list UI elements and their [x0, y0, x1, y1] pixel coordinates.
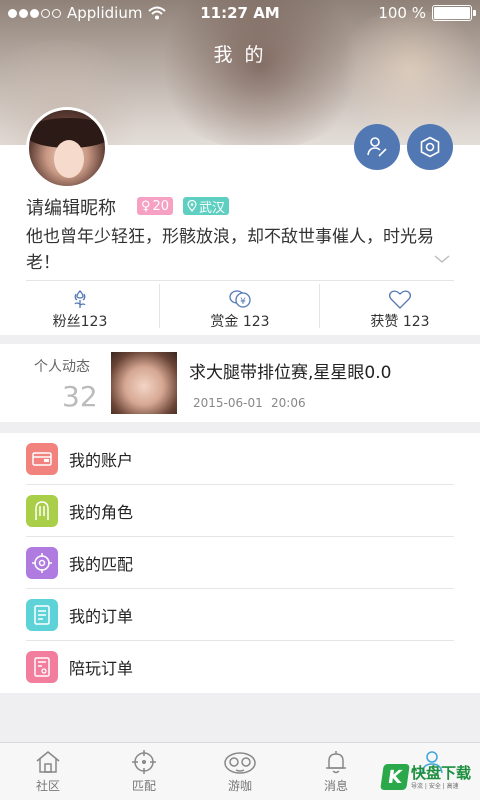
- tab-label: 匹配: [131, 779, 156, 793]
- watermark-subtitle: 导流 | 安全 | 高速: [411, 782, 459, 790]
- home-icon: [36, 751, 60, 773]
- feed-thumbnail[interactable]: [111, 352, 177, 414]
- header-background-blur: [330, 10, 480, 130]
- bell-icon: [326, 751, 346, 774]
- companion-order-icon: [26, 651, 58, 683]
- city-badge: 武汉: [183, 197, 230, 216]
- tab-match[interactable]: 匹配: [96, 743, 192, 800]
- menu-item-companion-orders[interactable]: 陪玩订单: [0, 641, 480, 693]
- tab-community[interactable]: 社区: [0, 743, 96, 800]
- menu-item-match[interactable]: 我的匹配: [0, 537, 480, 589]
- stat-reward-label: 赏金 123: [210, 314, 270, 330]
- female-icon: ♀: [141, 198, 151, 214]
- menu-list: 我的账户 我的角色 我的匹配 我的订单 陪玩订单: [0, 433, 480, 693]
- edit-user-icon: [367, 137, 387, 157]
- menu-item-label: 我的匹配: [69, 555, 134, 574]
- battery-icon: [432, 5, 476, 21]
- feed-post-time: 20:06: [271, 396, 306, 410]
- menu-item-account[interactable]: 我的账户: [0, 433, 480, 485]
- stat-likes[interactable]: 获赞 123: [320, 284, 480, 332]
- tab-messages[interactable]: 消息: [288, 743, 384, 800]
- feed-count: 32: [62, 380, 98, 413]
- settings-button[interactable]: [407, 124, 453, 170]
- feed-post-text: 求大腿带排位赛,星星眼0.0: [189, 363, 392, 383]
- tab-label: 消息: [323, 779, 348, 793]
- menu-item-label: 我的角色: [69, 503, 134, 522]
- divider: [26, 280, 454, 281]
- watermark-logo: K 快盘下载 导流 | 安全 | 高速: [380, 760, 474, 794]
- feed-card[interactable]: 个人动态 32 求大腿带排位赛,星星眼0.0 2015-06-01 20:06: [0, 344, 480, 422]
- stat-fans-label: 粉丝123: [52, 314, 108, 330]
- bio-text: 他也曾年少轻狂，形骸放浪，却不敌世事催人，时光易老！: [26, 227, 434, 273]
- menu-item-role[interactable]: 我的角色: [0, 485, 480, 537]
- menu-item-label: 我的订单: [69, 607, 134, 626]
- crosshair-icon: [132, 750, 156, 774]
- heart-icon: [388, 290, 412, 309]
- tab-label: 游咖: [227, 779, 252, 793]
- watermark-brand: 快盘下载: [411, 763, 472, 782]
- wallet-icon: [26, 443, 58, 475]
- stat-likes-label: 获赞 123: [370, 314, 430, 330]
- edit-profile-button[interactable]: [354, 124, 400, 170]
- battery-percent: 100 %: [378, 4, 426, 22]
- menu-item-label: 陪玩订单: [69, 659, 134, 678]
- page-title: 我 的: [213, 44, 267, 66]
- stat-fans[interactable]: 粉丝123: [0, 284, 160, 332]
- game-face-icon: [224, 752, 256, 774]
- order-icon: [26, 599, 58, 631]
- svg-text:¥: ¥: [240, 297, 246, 307]
- gender-age-badge: ♀ 20: [137, 197, 174, 215]
- location-pin-icon: [187, 200, 197, 212]
- chevron-down-icon[interactable]: [434, 254, 450, 264]
- tab-game-cafe[interactable]: 游咖: [192, 743, 288, 800]
- menu-item-label: 我的账户: [69, 451, 134, 470]
- target-icon: [26, 547, 58, 579]
- helmet-icon: [26, 495, 58, 527]
- menu-item-orders[interactable]: 我的订单: [0, 589, 480, 641]
- divider: [159, 284, 160, 328]
- yen-coin-icon: ¥: [229, 290, 251, 308]
- stats-row: 粉丝123 ¥ 赏金 123 获赞 123: [0, 284, 480, 332]
- tab-label: 社区: [35, 779, 60, 793]
- divider: [319, 284, 320, 328]
- avatar[interactable]: [26, 107, 108, 189]
- flower-icon: [74, 290, 86, 308]
- status-bar: Applidium 11:27 AM 100 %: [0, 0, 480, 26]
- nickname[interactable]: 请编辑昵称: [26, 194, 116, 220]
- feed-title: 个人动态: [34, 359, 90, 375]
- feed-post-date: 2015-06-01: [193, 396, 263, 410]
- watermark-k: K: [380, 764, 410, 790]
- stat-reward[interactable]: ¥ 赏金 123: [160, 284, 320, 332]
- gear-icon: [420, 136, 440, 158]
